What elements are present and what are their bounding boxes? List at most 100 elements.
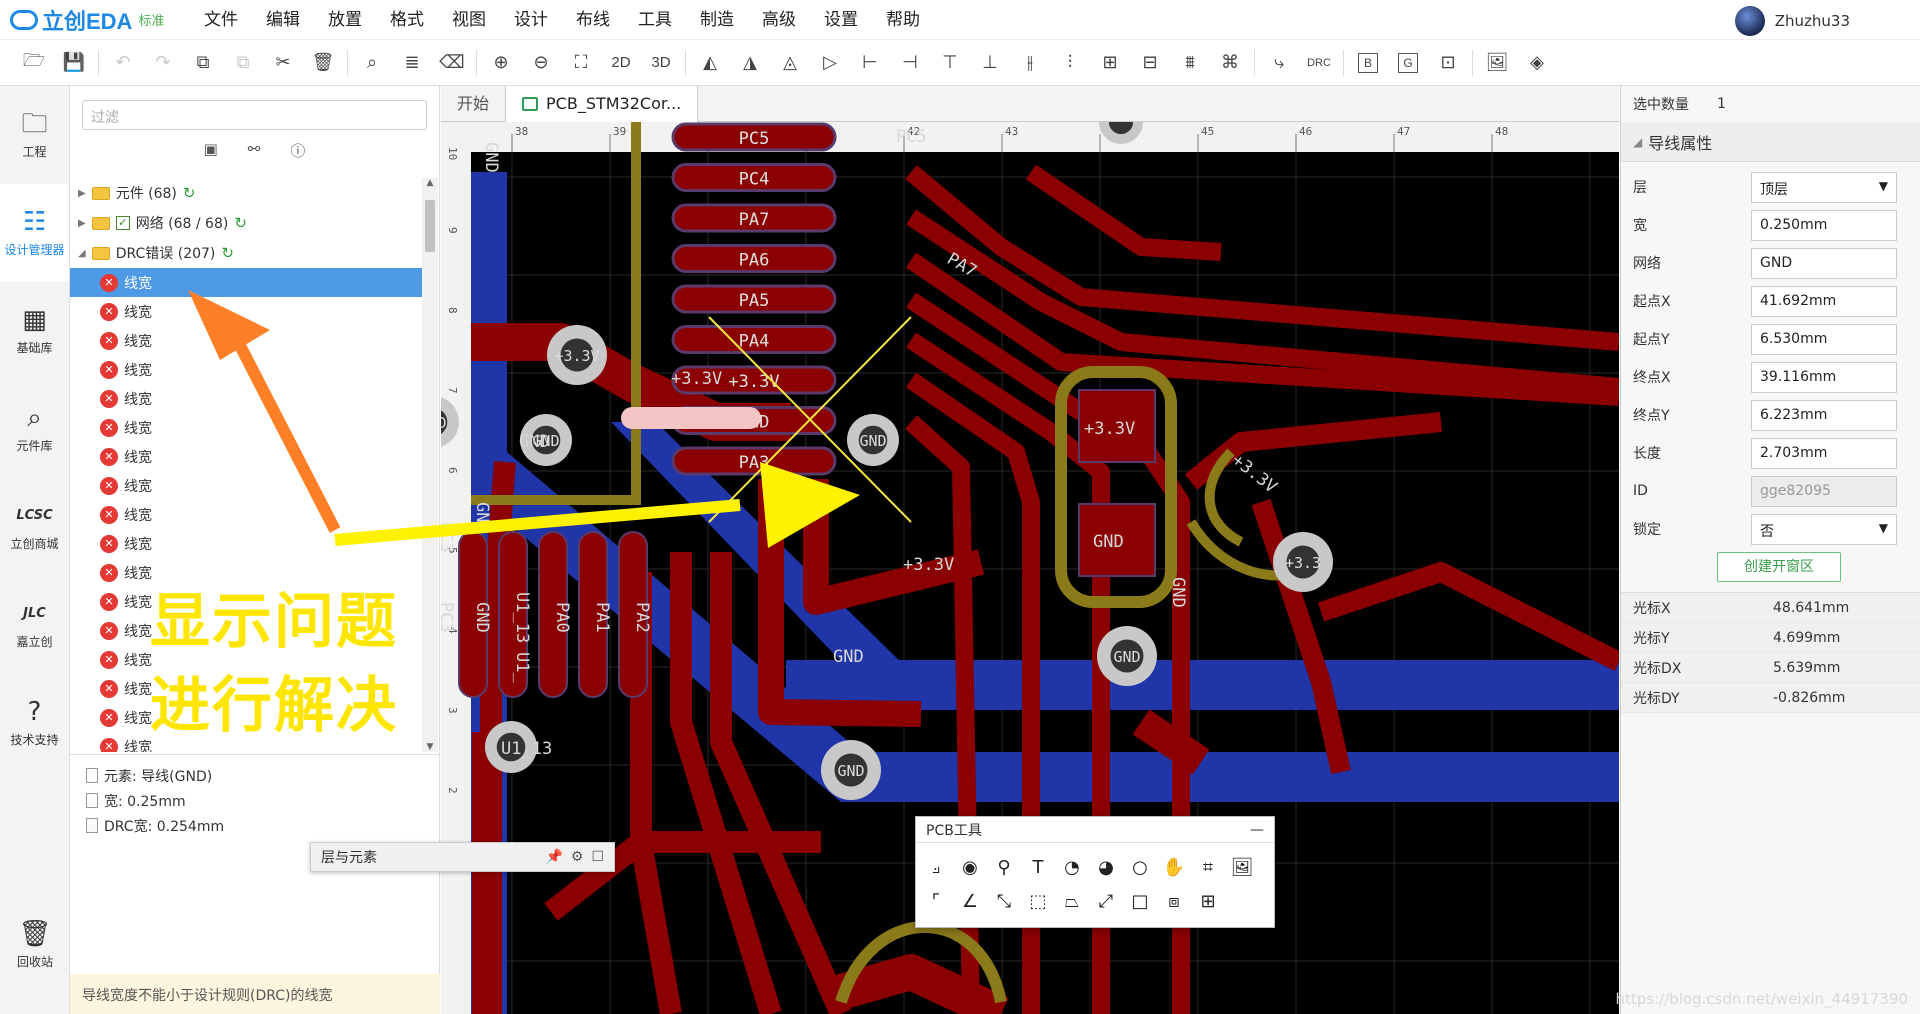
drc-error-item[interactable]: ✕ 线宽: [70, 384, 422, 413]
menu-design[interactable]: 设计: [500, 0, 562, 40]
rect-tool-icon[interactable]: □: [1124, 885, 1156, 917]
connect-tool-icon[interactable]: ⌗: [1192, 851, 1224, 883]
menu-tools[interactable]: 工具: [624, 0, 686, 40]
align-top-icon[interactable]: ⊤: [930, 47, 970, 79]
arc2-tool-icon[interactable]: ◕: [1090, 851, 1122, 883]
undo-icon[interactable]: ↶: [103, 47, 143, 79]
zoom-out-icon[interactable]: ⊖: [521, 47, 561, 79]
rect-select-tool-icon[interactable]: ⬚: [1022, 885, 1054, 917]
nav-component-lib[interactable]: ⌕ 元件库: [0, 380, 69, 478]
arc-tool-icon[interactable]: ◔: [1056, 851, 1088, 883]
cut-icon[interactable]: ✂: [263, 47, 303, 79]
prop-select[interactable]: 顶层 ▼: [1751, 171, 1897, 203]
nav-lcsc[interactable]: LCSC 立创商城: [0, 478, 69, 576]
minimize-button[interactable]: —: [1250, 822, 1264, 838]
via-tool-icon[interactable]: ⚲: [988, 851, 1020, 883]
redo-icon[interactable]: ↷: [143, 47, 183, 79]
nav-support[interactable]: ? 技术支持: [0, 674, 69, 772]
drc-button[interactable]: DRC: [1299, 47, 1339, 79]
drc-error-item[interactable]: ✕ 线宽: [70, 268, 422, 297]
refresh-icon[interactable]: ↻: [221, 244, 234, 262]
drc-error-item[interactable]: ✕ 线宽: [70, 471, 422, 500]
nav-jlc[interactable]: JLC 嘉立创: [0, 576, 69, 674]
distribute-h-icon[interactable]: ⊞: [1090, 47, 1130, 79]
circle-tool-icon[interactable]: ○: [1124, 851, 1156, 883]
tree-scrollbar[interactable]: ▲ ▼: [422, 178, 438, 752]
find-list-icon[interactable]: ≣: [392, 47, 432, 79]
drc-error-item[interactable]: ✕ 线宽: [70, 442, 422, 471]
checkbox[interactable]: ✓: [115, 216, 130, 230]
drc-error-item[interactable]: ✕ 线宽: [70, 355, 422, 384]
delete-icon[interactable]: 🗑: [303, 47, 343, 79]
track-tool-icon[interactable]: ⟓: [920, 851, 952, 883]
gerber-button[interactable]: G: [1398, 52, 1418, 73]
pick-place-icon[interactable]: ⊡: [1428, 47, 1468, 79]
nav-project[interactable]: 🗀 工程: [0, 86, 69, 184]
refresh-icon[interactable]: ↻: [234, 214, 247, 232]
menu-advanced[interactable]: 高级: [748, 0, 810, 40]
pin-icon[interactable]: 📌: [545, 849, 562, 865]
layers-icon[interactable]: ◈: [1517, 47, 1557, 79]
dimension-tool-icon[interactable]: ⌜: [920, 885, 952, 917]
measure-tool-icon[interactable]: ⤢: [1090, 885, 1122, 917]
angle-tool-icon[interactable]: ∠: [954, 885, 986, 917]
ratline-tool-icon[interactable]: ⤡: [988, 885, 1020, 917]
align-left-icon[interactable]: ⊢: [850, 47, 890, 79]
text-tool-icon[interactable]: T: [1022, 851, 1054, 883]
track-properties-header[interactable]: ◢ 导线属性: [1621, 122, 1920, 162]
nav-design-manager[interactable]: ☷ 设计管理器: [0, 184, 69, 282]
fit-view-icon[interactable]: ⛶: [561, 47, 601, 79]
flip-horizontal-icon[interactable]: ◬: [770, 47, 810, 79]
tab-pcb[interactable]: PCB_STM32Cor...: [505, 86, 699, 122]
expand-arrow-icon[interactable]: ▶: [78, 218, 86, 229]
layers-elements-panel[interactable]: 层与元素 📌 ⚙ ☐: [310, 842, 615, 872]
filter-input[interactable]: 过滤: [82, 100, 427, 130]
menu-settings[interactable]: 设置: [810, 0, 872, 40]
scroll-thumb[interactable]: [425, 200, 435, 252]
chip-filter-icon[interactable]: ▣: [204, 140, 218, 164]
route-icon[interactable]: ⤷: [1259, 47, 1299, 79]
palette-header[interactable]: PCB工具 —: [916, 817, 1274, 843]
align-grid-icon[interactable]: ⩩: [1170, 47, 1210, 79]
gear-icon[interactable]: ⚙: [571, 849, 584, 865]
image-export-icon[interactable]: 🖼: [1477, 47, 1517, 79]
search-icon[interactable]: ⌕: [352, 47, 392, 79]
refresh-icon[interactable]: ↻: [183, 184, 196, 202]
prop-select[interactable]: 否 ▼: [1751, 513, 1897, 545]
paste-icon[interactable]: ⧉: [223, 47, 263, 79]
collapse-arrow-icon[interactable]: ◢: [78, 248, 86, 259]
drc-error-item[interactable]: ✕ 线宽: [70, 326, 422, 355]
drc-error-item[interactable]: ✕ 线宽: [70, 529, 422, 558]
menu-route[interactable]: 布线: [562, 0, 624, 40]
user-menu[interactable]: Zhuzhu33: [1734, 6, 1850, 36]
drc-error-item[interactable]: ✕ 线宽: [70, 413, 422, 442]
image-tool-icon[interactable]: 🖼: [1226, 851, 1258, 883]
net-filter-icon[interactable]: ⚯: [248, 140, 261, 164]
menu-file[interactable]: 文件: [190, 0, 252, 40]
prop-input[interactable]: GND: [1751, 247, 1897, 279]
prop-input[interactable]: 6.530mm: [1751, 323, 1897, 355]
nav-basic-lib[interactable]: ▦ 基础库: [0, 282, 69, 380]
scroll-down-icon[interactable]: ▼: [422, 742, 438, 752]
canvas-origin-tool-icon[interactable]: ⊞: [1192, 885, 1224, 917]
prop-input[interactable]: 41.692mm: [1751, 285, 1897, 317]
menu-edit[interactable]: 编辑: [252, 0, 314, 40]
prop-input[interactable]: 0.250mm: [1751, 209, 1897, 241]
align-center-v-icon[interactable]: ⫲: [1010, 47, 1050, 79]
app-logo[interactable]: 立创EDA 标准: [0, 4, 190, 36]
align-right-icon[interactable]: ⊣: [890, 47, 930, 79]
tree-drc-errors[interactable]: ◢ DRC错误 (207) ↻: [70, 238, 422, 268]
zoom-in-icon[interactable]: ⊕: [481, 47, 521, 79]
tab-start[interactable]: 开始: [441, 86, 505, 122]
drc-error-item[interactable]: ✕ 线宽: [70, 500, 422, 529]
view-3d-button[interactable]: 3D: [641, 47, 681, 79]
rotate-right-icon[interactable]: ◮: [730, 47, 770, 79]
flip-vertical-icon[interactable]: ▷: [810, 47, 850, 79]
group-icon[interactable]: ⌘: [1210, 47, 1250, 79]
prop-input[interactable]: 6.223mm: [1751, 399, 1897, 431]
align-bottom-icon[interactable]: ⊥: [970, 47, 1010, 79]
menu-fabrication[interactable]: 制造: [686, 0, 748, 40]
menu-place[interactable]: 放置: [314, 0, 376, 40]
maximize-icon[interactable]: ☐: [591, 849, 604, 865]
rotate-left-icon[interactable]: ◭: [690, 47, 730, 79]
